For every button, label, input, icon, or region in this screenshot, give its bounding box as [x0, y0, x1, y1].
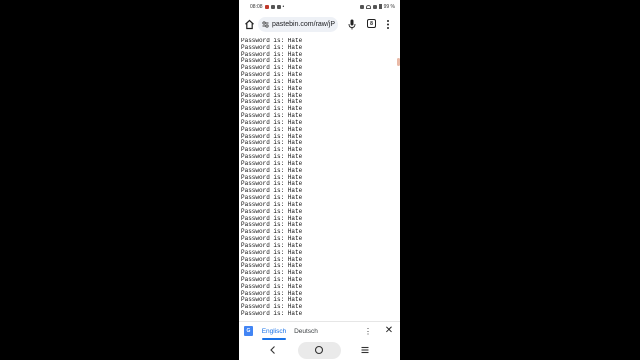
content-line: Password is: Hate	[241, 310, 303, 318]
site-info-icon[interactable]	[262, 21, 269, 28]
translate-menu-icon[interactable]: ⋮	[364, 327, 372, 337]
close-icon[interactable]: ✕	[384, 326, 394, 336]
message-icon	[270, 4, 275, 9]
status-time: 08:08	[250, 3, 263, 10]
phone-screen: 08:08 • 99 % pastebin.com/raw/jP 8 Passw…	[239, 0, 400, 360]
more-icon: •	[282, 3, 285, 10]
text-lines: Password is: Hate Password is: Hate Passwo…	[239, 38, 400, 318]
mic-icon[interactable]	[347, 19, 357, 30]
mail-icon	[276, 4, 281, 9]
translate-icon: G	[244, 326, 253, 336]
page-content[interactable]: Password is: Hate Password is: Hate Passwo…	[239, 38, 400, 321]
home-icon[interactable]	[244, 19, 255, 30]
wifi-icon	[365, 4, 371, 9]
signal-icon	[372, 4, 377, 9]
tabs-icon[interactable]: 8	[367, 19, 376, 28]
scroll-indicator[interactable]	[397, 58, 400, 66]
navigation-bar	[239, 341, 400, 360]
translate-bar: G Englisch Deutsch ⋮ ✕	[239, 321, 400, 341]
address-bar: pastebin.com/raw/jP 8	[239, 13, 400, 36]
tab-count: 8	[370, 20, 373, 27]
battery-icon	[378, 4, 382, 9]
battery-level: 99 %	[383, 3, 395, 10]
url-field[interactable]: pastebin.com/raw/jP	[258, 17, 338, 32]
back-icon[interactable]	[267, 344, 279, 356]
menu-icon[interactable]	[385, 19, 391, 30]
tab-target-language[interactable]: Deutsch	[293, 322, 319, 341]
home-circle-icon[interactable]	[314, 345, 324, 355]
url-text: pastebin.com/raw/jP	[272, 21, 336, 28]
notification-icon	[264, 4, 269, 9]
recents-icon[interactable]	[360, 345, 370, 355]
active-tab-indicator	[262, 338, 286, 340]
status-bar: 08:08 • 99 %	[239, 0, 400, 13]
alarm-icon	[359, 4, 364, 9]
